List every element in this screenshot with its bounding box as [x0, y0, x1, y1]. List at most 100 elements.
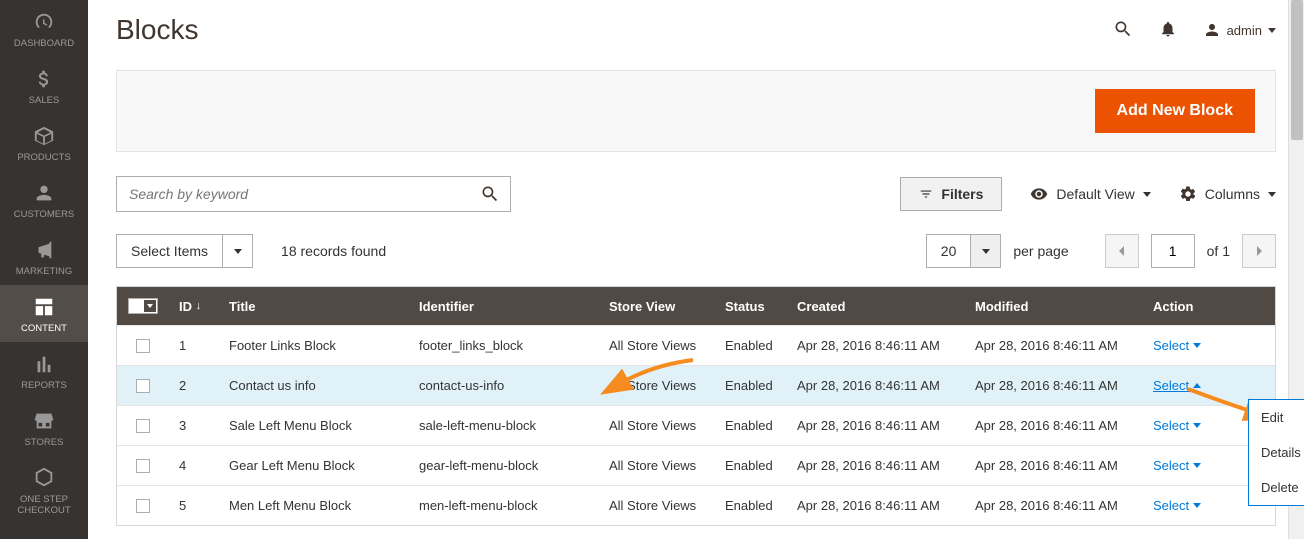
page-title: Blocks [116, 14, 198, 46]
header-actions: admin [1113, 19, 1276, 42]
cell-created: Apr 28, 2016 8:46:11 AM [787, 378, 965, 393]
column-header-store[interactable]: Store View [599, 299, 715, 314]
sidebar: DASHBOARD SALES PRODUCTSCUSTOMERS MARKETING… [0, 0, 88, 539]
user-icon [1203, 21, 1221, 39]
gear-icon [1179, 185, 1197, 203]
toolbar-right: Filters Default View Columns [900, 177, 1276, 211]
page-header: Blocks admin [116, 0, 1276, 46]
column-header-created[interactable]: Created [787, 299, 965, 314]
search-input[interactable] [117, 186, 470, 202]
total-pages-label: of 1 [1207, 243, 1230, 259]
cell-title: Men Left Menu Block [219, 498, 409, 513]
scrollbar-thumb[interactable] [1291, 0, 1303, 140]
column-header-status[interactable]: Status [715, 299, 787, 314]
box-icon [33, 124, 55, 148]
row-action-select[interactable]: Select [1143, 418, 1243, 433]
sidebar-item-sales[interactable]: SALES [0, 57, 88, 114]
cell-status: Enabled [715, 458, 787, 473]
sidebar-item-label: SALES [29, 95, 60, 106]
columns-control[interactable]: Columns [1179, 185, 1276, 203]
sidebar-item-dashboard[interactable]: DASHBOARD [0, 0, 88, 57]
row-action-select[interactable]: Select [1143, 458, 1243, 473]
table-row[interactable]: 2Contact us infocontact-us-infoAll Store… [117, 365, 1275, 405]
select-items-dropdown[interactable]: Select Items [116, 234, 253, 268]
megaphone-icon [33, 238, 55, 262]
sidebar-item-customers[interactable]: CUSTOMERS [0, 171, 88, 228]
sidebar-item-content[interactable]: CONTENT [0, 285, 88, 342]
select-all-checkbox[interactable] [117, 298, 169, 314]
sidebar-item-one-step-checkout[interactable]: ONE STEP CHECKOUT [0, 456, 88, 524]
columns-label: Columns [1205, 186, 1260, 202]
cell-store: All Store Views [599, 338, 715, 353]
column-header-modified[interactable]: Modified [965, 299, 1143, 314]
row-checkbox[interactable] [117, 339, 169, 353]
cell-modified: Apr 28, 2016 8:46:11 AM [965, 498, 1143, 513]
cell-status: Enabled [715, 338, 787, 353]
column-header-title[interactable]: Title [219, 299, 409, 314]
column-header-action: Action [1143, 299, 1243, 314]
sidebar-item-label: MARKETING [16, 266, 72, 277]
cell-status: Enabled [715, 498, 787, 513]
sidebar-item-products[interactable]: PRODUCTS [0, 114, 88, 171]
action-menu-item-details[interactable]: Details [1249, 435, 1304, 470]
search-button[interactable] [470, 177, 510, 211]
prev-page-button[interactable] [1105, 234, 1139, 268]
search-box [116, 176, 511, 212]
default-view-control[interactable]: Default View [1030, 185, 1150, 203]
sidebar-item-stores[interactable]: STORES [0, 399, 88, 456]
grid-toolbar-2: Select Items 18 records found 20 per pag… [116, 234, 1276, 268]
cell-status: Enabled [715, 418, 787, 433]
page-number-input[interactable] [1151, 234, 1195, 268]
table-row[interactable]: 4Gear Left Menu Blockgear-left-menu-bloc… [117, 445, 1275, 485]
cell-identifier: sale-left-menu-block [409, 418, 599, 433]
grid-header-row: ID ↓ Title Identifier Store View Status … [117, 287, 1275, 325]
dollar-icon [33, 67, 55, 91]
action-menu-item-delete[interactable]: Delete [1249, 470, 1304, 505]
row-checkbox[interactable] [117, 459, 169, 473]
cell-status: Enabled [715, 378, 787, 393]
row-checkbox[interactable] [117, 499, 169, 513]
chevron-icon [1193, 383, 1201, 388]
chevron-down-icon [970, 235, 1000, 267]
chevron-icon [1193, 423, 1201, 428]
cell-identifier: footer_links_block [409, 338, 599, 353]
table-row[interactable]: 1Footer Links Blockfooter_links_blockAll… [117, 325, 1275, 365]
cell-title: Contact us info [219, 378, 409, 393]
gauge-icon [33, 10, 55, 34]
search-icon[interactable] [1113, 19, 1133, 42]
row-checkbox[interactable] [117, 419, 169, 433]
table-row[interactable]: 5Men Left Menu Blockmen-left-menu-blockA… [117, 485, 1275, 525]
cell-title: Gear Left Menu Block [219, 458, 409, 473]
cell-created: Apr 28, 2016 8:46:11 AM [787, 418, 965, 433]
sidebar-item-label: REPORTS [21, 380, 67, 391]
funnel-icon [919, 187, 933, 201]
add-new-block-button[interactable]: Add New Block [1095, 89, 1255, 133]
select-items-label: Select Items [117, 235, 222, 267]
cell-store: All Store Views [599, 418, 715, 433]
cell-created: Apr 28, 2016 8:46:11 AM [787, 338, 965, 353]
admin-account-dropdown[interactable]: admin [1203, 21, 1276, 39]
storefront-icon [33, 409, 55, 433]
cell-id: 4 [169, 458, 219, 473]
row-action-select[interactable]: Select [1143, 378, 1243, 393]
table-row[interactable]: 3Sale Left Menu Blocksale-left-menu-bloc… [117, 405, 1275, 445]
notifications-icon[interactable] [1159, 20, 1177, 41]
sidebar-item-reports[interactable]: REPORTS [0, 342, 88, 399]
sidebar-item-marketing[interactable]: MARKETING [0, 228, 88, 285]
grid-toolbar: Filters Default View Columns [116, 176, 1276, 212]
cell-id: 1 [169, 338, 219, 353]
cell-modified: Apr 28, 2016 8:46:11 AM [965, 418, 1143, 433]
next-page-button[interactable] [1242, 234, 1276, 268]
chevron-icon [1193, 343, 1201, 348]
row-checkbox[interactable] [117, 379, 169, 393]
column-header-id[interactable]: ID ↓ [169, 299, 219, 314]
row-action-select[interactable]: Select [1143, 338, 1243, 353]
bars-icon [33, 352, 55, 376]
chevron-down-icon [1268, 28, 1276, 33]
filters-button[interactable]: Filters [900, 177, 1002, 211]
action-menu-item-edit[interactable]: Edit [1249, 400, 1304, 435]
per-page-select[interactable]: 20 [926, 234, 1002, 268]
cell-title: Footer Links Block [219, 338, 409, 353]
row-action-select[interactable]: Select [1143, 498, 1243, 513]
column-header-identifier[interactable]: Identifier [409, 299, 599, 314]
